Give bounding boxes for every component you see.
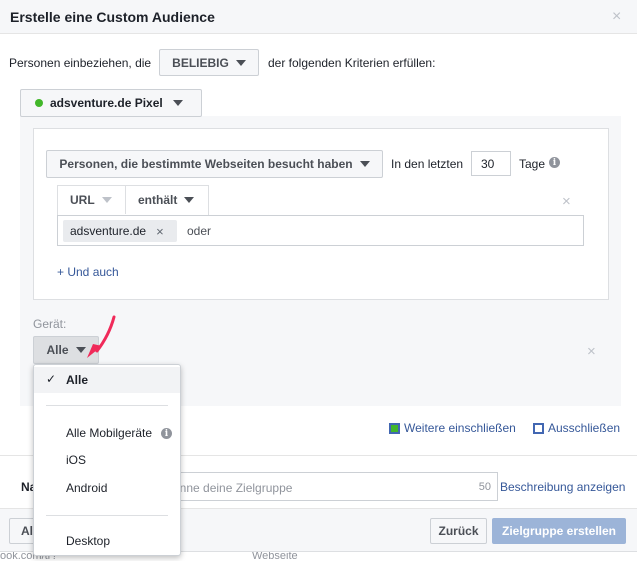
exclude-label: Ausschließen [548, 421, 621, 435]
background-column-text: Webseite [252, 551, 298, 561]
days-value: 30 [481, 157, 495, 171]
back-button[interactable]: Zurück [430, 518, 487, 544]
operator-select[interactable]: enthält [126, 186, 208, 214]
days-unit-label: Tage [519, 157, 546, 171]
remove-condition-icon[interactable]: × [562, 194, 571, 209]
pointer-arrow-icon [87, 315, 116, 358]
close-icon[interactable]: × [612, 9, 621, 25]
show-description-link[interactable]: Beschreibung anzeigen [500, 480, 625, 494]
device-option-label: Alle Mobilgeräte [66, 426, 153, 440]
device-option-desktop[interactable]: Desktop [34, 528, 180, 554]
chevron-down-icon [184, 197, 195, 203]
create-audience-button[interactable]: Zielgruppe erstellen [492, 518, 626, 544]
device-option-all[interactable]: ✓ Alle [34, 367, 180, 393]
device-option-label: Android [66, 481, 108, 495]
days-input[interactable]: 30 [471, 151, 511, 176]
url-token: adsventure.de × [63, 220, 177, 242]
back-button-label: Zurück [438, 524, 479, 538]
url-field-value: URL [70, 193, 95, 207]
pixel-source-select[interactable]: adsventure.de Pixel [20, 89, 202, 117]
event-type-value: Personen, die bestimmte Webseiten besuch… [59, 157, 353, 171]
remove-token-icon[interactable]: × [156, 224, 164, 239]
device-label: Gerät: [33, 317, 67, 331]
match-type-value: BELIEBIG [172, 55, 229, 70]
match-type-select[interactable]: BELIEBIG [159, 49, 259, 76]
device-option-android[interactable]: Android [34, 475, 180, 501]
device-option-all-mobile[interactable]: Alle Mobilgeräte i [34, 420, 180, 446]
exclude-icon [533, 422, 544, 434]
footer-left-label: Al [21, 524, 33, 538]
menu-divider [46, 515, 168, 516]
include-icon [389, 422, 400, 434]
event-type-select[interactable]: Personen, die bestimmte Webseiten besuch… [46, 150, 383, 178]
device-option-label: Desktop [66, 534, 111, 548]
info-icon[interactable]: i [161, 428, 172, 439]
device-select-value: Alle [46, 343, 69, 357]
chevron-down-icon [359, 161, 370, 167]
criteria-suffix: der folgenden Kriterien erfüllen: [268, 56, 436, 70]
info-icon[interactable]: i [549, 157, 560, 168]
check-icon: ✓ [46, 372, 57, 386]
pixel-source-label: adsventure.de Pixel [50, 96, 163, 110]
url-token-label: adsventure.de [70, 224, 147, 238]
device-option-ios[interactable]: iOS [34, 447, 180, 473]
criteria-prefix: Personen einbeziehen, die [9, 56, 152, 70]
dialog-title: Erstelle eine Custom Audience [10, 9, 215, 25]
audience-name-input[interactable]: enne deine Zielgruppe 50 [150, 472, 498, 501]
dialog-header: Erstelle eine Custom Audience × [0, 0, 637, 34]
operator-value: enthält [138, 193, 178, 207]
or-placeholder: oder [187, 224, 212, 238]
device-dropdown-menu: ✓ Alle Alle Mobilgeräte i iOS Android De… [33, 364, 181, 556]
url-field-select[interactable]: URL [58, 186, 125, 214]
url-token-input[interactable]: adsventure.de × oder [57, 215, 584, 246]
chevron-down-icon [172, 100, 183, 106]
char-counter: 50 [478, 481, 491, 493]
chevron-down-icon [235, 59, 246, 66]
device-option-label: iOS [66, 453, 87, 467]
create-audience-label: Zielgruppe erstellen [501, 524, 617, 538]
remove-device-icon[interactable]: × [587, 344, 596, 359]
chevron-down-icon [101, 197, 112, 203]
in-last-label: In den letzten [391, 157, 464, 171]
audience-name-placeholder: enne deine Zielgruppe [173, 481, 293, 495]
add-and-condition-link[interactable]: + Und auch [57, 265, 119, 279]
menu-divider [46, 405, 168, 406]
exclude-button[interactable]: Ausschließen [533, 421, 620, 435]
status-dot-icon [35, 99, 43, 107]
device-option-label: Alle [66, 373, 89, 387]
include-more-button[interactable]: Weitere einschließen [389, 421, 516, 435]
include-more-label: Weitere einschließen [404, 421, 516, 435]
